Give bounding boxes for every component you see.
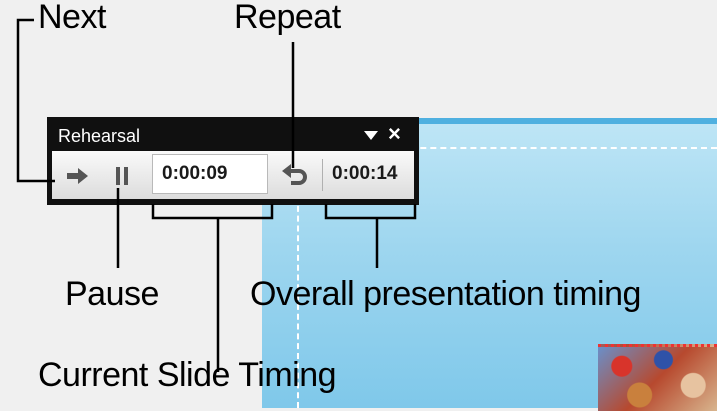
callout-repeat: Repeat: [234, 0, 341, 36]
callout-leader-lines: [16, 18, 417, 372]
callout-current-slide-timing: Current Slide Timing: [38, 356, 337, 394]
callout-pause: Pause: [65, 275, 159, 313]
callout-overall-timing: Overall presentation timing: [250, 275, 641, 313]
callout-next: Next: [38, 0, 106, 36]
